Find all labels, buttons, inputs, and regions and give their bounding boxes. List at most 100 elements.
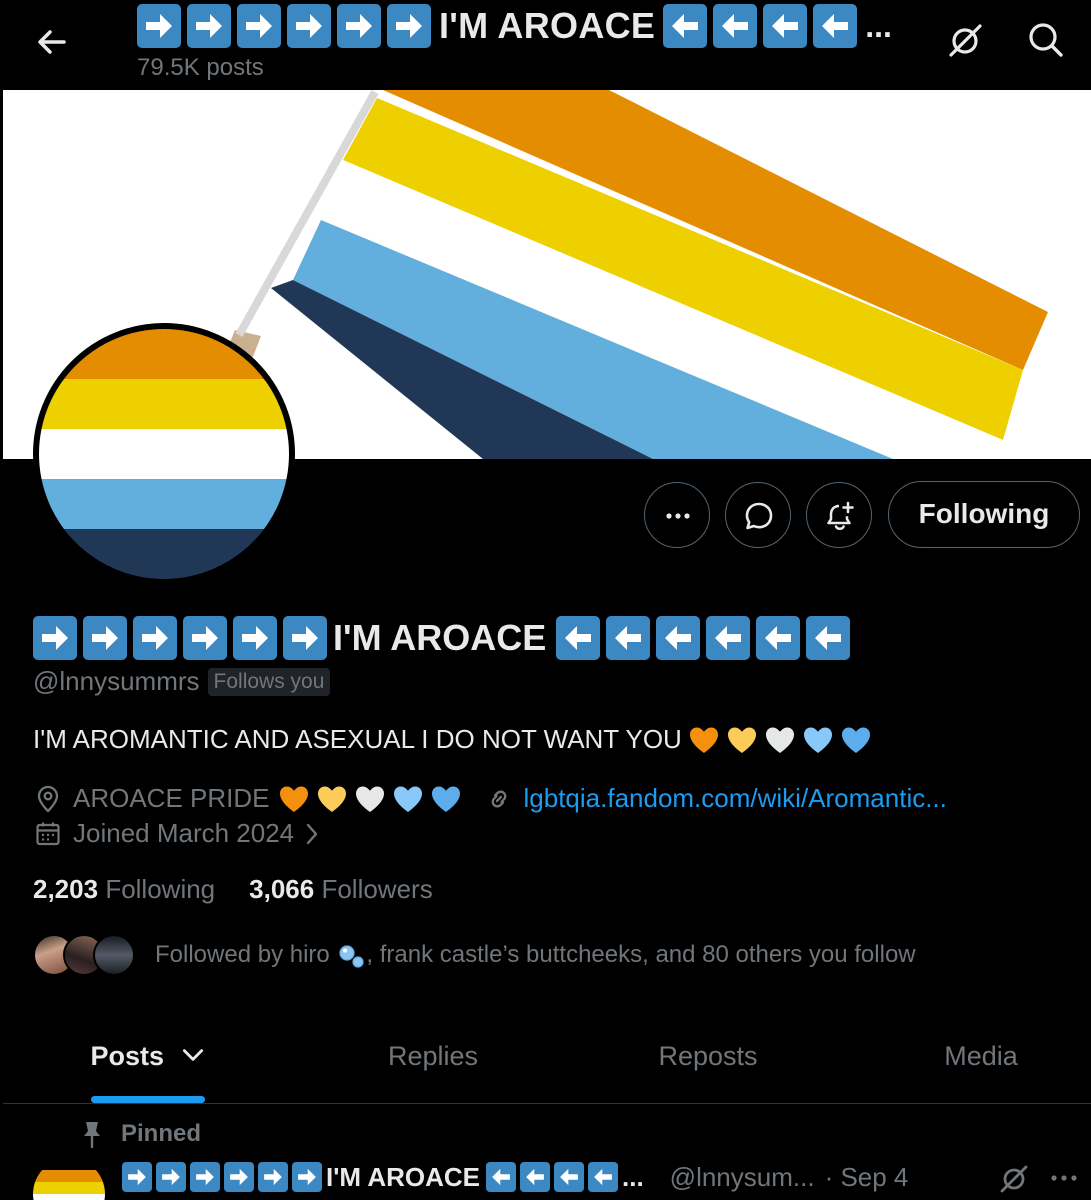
post-author-ellipsis: ... xyxy=(622,1161,644,1192)
followed-by-row[interactable]: Followed by hiro , frank castle’s buttch… xyxy=(33,934,916,976)
search-icon xyxy=(1029,23,1063,57)
right-arrow-emoji-icon xyxy=(292,1162,322,1192)
bio-text: I'M AROMANTIC AND ASEXUAL I DO NOT WANT … xyxy=(33,724,682,754)
post-more-button[interactable] xyxy=(1046,1160,1082,1196)
avatar xyxy=(93,934,135,976)
right-arrow-emoji-icon xyxy=(122,1162,152,1192)
left-arrow-emoji-icon xyxy=(813,4,858,48)
tab-posts[interactable]: Posts xyxy=(63,1006,233,1104)
followed-by-text: Followed by hiro , frank castle’s buttch… xyxy=(155,941,916,969)
blue-heart-icon xyxy=(841,727,870,753)
profile-avatar[interactable] xyxy=(33,323,295,585)
left-arrow-emoji-icon xyxy=(556,616,601,660)
right-arrow-emoji-icon xyxy=(137,4,181,48)
profile-tabs: Posts Replies Reposts Media xyxy=(3,1006,1091,1104)
yellow-heart-icon xyxy=(727,727,756,753)
right-arrow-emoji-icon xyxy=(190,1162,220,1192)
followers-count: 3,066 xyxy=(249,874,315,904)
bell-plus-icon xyxy=(827,501,854,531)
light-blue-heart-icon xyxy=(393,786,422,812)
following-button[interactable]: Following xyxy=(888,481,1080,548)
grok-icon xyxy=(1000,1165,1028,1193)
right-arrow-emoji-icon xyxy=(283,616,327,660)
right-arrow-emoji-icon xyxy=(337,4,381,48)
left-arrow-emoji-icon xyxy=(588,1162,618,1192)
yellow-heart-icon xyxy=(317,786,346,812)
following-label: Following xyxy=(105,874,216,904)
left-arrow-emoji-icon xyxy=(763,4,808,48)
following-stat[interactable]: 2,203 Following xyxy=(33,874,215,905)
location-pin-icon xyxy=(37,785,59,813)
post-avatar[interactable] xyxy=(33,1158,105,1200)
active-tab-indicator xyxy=(91,1096,205,1103)
right-arrow-emoji-icon xyxy=(133,616,177,660)
grok-button[interactable] xyxy=(943,18,987,62)
post-grok-button[interactable] xyxy=(996,1160,1032,1196)
header-name-text: I'M AROACE xyxy=(439,5,656,46)
joined-row[interactable]: Joined March 2024 xyxy=(33,818,322,849)
post-date[interactable]: · Sep 4 xyxy=(825,1162,909,1193)
bubbles-emoji-icon xyxy=(339,945,365,968)
profile-bio: I'M AROMANTIC AND ASEXUAL I DO NOT WANT … xyxy=(33,724,872,755)
chevron-down-icon xyxy=(182,1049,203,1061)
right-arrow-emoji-icon xyxy=(183,616,227,660)
left-arrow-emoji-icon xyxy=(554,1162,584,1192)
post-author-handle[interactable]: @lnnysum... xyxy=(670,1162,815,1193)
tab-reposts[interactable]: Reposts xyxy=(608,1006,808,1104)
header-title-ellipsis: ... xyxy=(865,7,892,44)
website-link[interactable]: lgbtqia.fandom.com/wiki/Aromantic... xyxy=(524,783,947,814)
calendar-icon xyxy=(36,822,60,845)
profile-display-name: I'M AROACE xyxy=(33,614,856,662)
search-button[interactable] xyxy=(1024,18,1068,62)
left-arrow-emoji-icon xyxy=(486,1162,516,1192)
display-name-text: I'M AROACE xyxy=(333,617,547,658)
left-arrow-emoji-icon xyxy=(606,616,651,660)
following-count: 2,203 xyxy=(33,874,99,904)
followers-stat[interactable]: 3,066 Followers xyxy=(249,874,433,905)
profile-handle: @lnnysummrs xyxy=(33,666,200,696)
grok-icon xyxy=(949,24,982,57)
orange-heart-icon xyxy=(279,786,308,812)
pin-icon xyxy=(84,1122,100,1148)
left-arrow-emoji-icon xyxy=(713,4,758,48)
pinned-label: Pinned xyxy=(121,1120,202,1147)
followers-label: Followers xyxy=(321,874,433,904)
notify-button[interactable] xyxy=(806,482,872,548)
chevron-right-icon xyxy=(306,823,318,844)
top-header: I'M AROACE ... 79.5K posts xyxy=(0,0,1091,90)
blue-heart-icon xyxy=(431,786,460,812)
post-author-name[interactable]: I'M AROACE xyxy=(326,1162,480,1193)
right-arrow-emoji-icon xyxy=(156,1162,186,1192)
more-icon xyxy=(1051,1175,1077,1181)
location-text: AROACE PRIDE xyxy=(73,783,270,813)
post-count: 79.5K posts xyxy=(137,54,264,81)
tab-media[interactable]: Media xyxy=(881,1006,1081,1104)
light-blue-heart-icon xyxy=(803,727,832,753)
right-arrow-emoji-icon xyxy=(287,4,331,48)
orange-heart-icon xyxy=(689,727,718,753)
profile-meta-row: AROACE PRIDE lgbtqia.fandom.com/wiki/Aro… xyxy=(33,783,947,814)
message-button[interactable] xyxy=(725,482,791,548)
right-arrow-emoji-icon xyxy=(233,616,277,660)
more-button[interactable] xyxy=(644,482,710,548)
tab-replies[interactable]: Replies xyxy=(333,1006,533,1104)
arrow-left-icon xyxy=(38,30,66,54)
right-arrow-emoji-icon xyxy=(237,4,281,48)
message-icon xyxy=(745,502,773,530)
right-arrow-emoji-icon xyxy=(387,4,431,48)
left-arrow-emoji-icon xyxy=(663,4,708,48)
link-icon xyxy=(491,790,506,807)
left-arrow-emoji-icon xyxy=(656,616,701,660)
header-title: I'M AROACE ... xyxy=(137,3,917,49)
followed-by-rest: , frank castle’s buttcheeks, and 80 othe… xyxy=(366,941,916,968)
left-arrow-emoji-icon xyxy=(520,1162,550,1192)
pinned-indicator: Pinned xyxy=(80,1120,201,1148)
joined-text: Joined March 2024 xyxy=(73,818,295,848)
right-arrow-emoji-icon xyxy=(33,616,77,660)
left-arrow-emoji-icon xyxy=(806,616,851,660)
right-arrow-emoji-icon xyxy=(83,616,127,660)
back-button[interactable] xyxy=(30,20,74,64)
tab-posts-label: Posts xyxy=(90,1041,164,1071)
right-arrow-emoji-icon xyxy=(224,1162,254,1192)
right-arrow-emoji-icon xyxy=(187,4,231,48)
